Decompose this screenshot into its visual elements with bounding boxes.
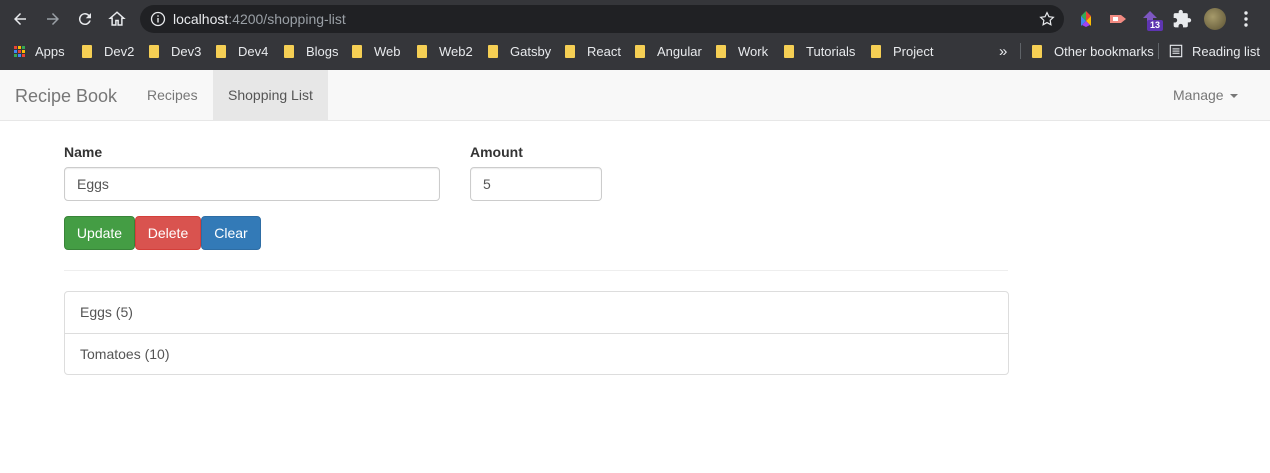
folder-icon (149, 44, 159, 58)
bookmark-label: Apps (35, 43, 65, 59)
home-icon (108, 11, 126, 26)
bookmark-label: Dev4 (238, 43, 269, 59)
apps-grid-icon (14, 45, 25, 57)
bookmark-label: Blogs (306, 43, 339, 59)
info-icon[interactable] (150, 11, 166, 27)
bookmark-label: Work (738, 43, 769, 59)
arrow-right-icon (47, 13, 59, 25)
forward-button[interactable] (41, 7, 65, 31)
folder-icon (352, 44, 362, 58)
reload-button[interactable] (73, 7, 97, 31)
delete-button[interactable]: Delete (135, 216, 201, 250)
bookmark-divider (1158, 43, 1159, 59)
nav-shopping-list[interactable]: Shopping List (213, 70, 328, 121)
name-label: Name (64, 144, 103, 160)
folder-icon (284, 44, 294, 58)
kebab-menu-icon[interactable] (1236, 9, 1256, 29)
bookmark-dev3[interactable]: Dev3 (149, 42, 201, 60)
folder-icon (635, 44, 645, 58)
bookmark-label: Web2 (439, 43, 473, 59)
bookmark-tutorials[interactable]: Tutorials (784, 42, 855, 60)
bookmark-label: Project (893, 43, 934, 59)
manage-label: Manage (1173, 87, 1224, 103)
shopping-list: Eggs (5) Tomatoes (10) (64, 291, 1009, 375)
browser-toolbar: localhost:4200/shopping-list 13 (0, 0, 1270, 38)
home-button[interactable] (105, 7, 129, 31)
manage-dropdown[interactable]: Manage (1158, 70, 1253, 121)
list-item[interactable]: Tomatoes (10) (65, 333, 1008, 374)
bookmark-dev2[interactable]: Dev2 (82, 42, 134, 60)
bookmark-label: Tutorials (806, 43, 856, 59)
bookmark-gatsby[interactable]: Gatsby (488, 42, 551, 60)
url-host: localhost (173, 11, 229, 27)
folder-icon (216, 44, 226, 58)
nav-recipes[interactable]: Recipes (132, 70, 213, 121)
bookmark-label: Gatsby (510, 43, 552, 59)
url-text: localhost:4200/shopping-list (173, 11, 346, 27)
extension-badge: 13 (1147, 20, 1164, 31)
bookmarks-bar: Apps Dev2 Dev3 Dev4 Blogs Web Web2 Gatsb… (0, 38, 1270, 64)
bookmark-work[interactable]: Work (716, 42, 768, 60)
amount-label: Amount (470, 144, 523, 160)
browser-chrome: localhost:4200/shopping-list 13 Apps Dev… (0, 0, 1270, 70)
list-item[interactable]: Eggs (5) (65, 292, 1008, 333)
bookmark-label: Angular (657, 43, 702, 59)
star-icon[interactable] (1038, 10, 1056, 28)
folder-icon (565, 44, 575, 58)
bookmark-label: Dev3 (171, 43, 202, 59)
bookmark-dev4[interactable]: Dev4 (216, 42, 268, 60)
bookmark-apps[interactable]: Apps (14, 42, 65, 60)
bookmark-label: Other bookmarks (1054, 43, 1154, 59)
bookmark-other-bookmarks[interactable]: Other bookmarks (1032, 42, 1154, 60)
reload-icon (78, 13, 91, 26)
reading-list-icon (1169, 44, 1183, 58)
bookmark-project[interactable]: Project (871, 42, 933, 60)
brand-link[interactable]: Recipe Book (15, 86, 117, 106)
update-button[interactable]: Update (64, 216, 135, 250)
clear-button[interactable]: Clear (201, 216, 261, 250)
bookmark-web[interactable]: Web (352, 42, 401, 60)
folder-icon (1032, 44, 1042, 58)
bookmark-angular[interactable]: Angular (635, 42, 702, 60)
bookmark-label: Web (374, 43, 401, 59)
bookmark-web2[interactable]: Web2 (417, 42, 473, 60)
arrow-left-icon (14, 13, 26, 25)
folder-icon (716, 44, 726, 58)
app-navbar: Recipe Book Recipes Shopping List Manage (0, 70, 1270, 121)
profile-avatar[interactable] (1204, 8, 1226, 30)
folder-icon (417, 44, 427, 58)
divider (64, 270, 1008, 271)
caret-down-icon (1229, 94, 1238, 99)
puzzle-extensions-icon[interactable] (1172, 9, 1192, 29)
folder-icon (488, 44, 498, 58)
name-input[interactable] (64, 167, 440, 201)
bookmark-react[interactable]: React (565, 42, 621, 60)
back-button[interactable] (8, 7, 32, 31)
bookmark-label: Dev2 (104, 43, 135, 59)
bookmark-label: React (587, 43, 621, 59)
folder-icon (871, 44, 881, 58)
bookmark-divider (1020, 43, 1021, 59)
color-picker-extension-icon[interactable] (1076, 9, 1096, 29)
bookmarks-overflow-button[interactable]: » (999, 42, 1007, 60)
amount-input[interactable] (470, 167, 602, 201)
address-bar[interactable]: localhost:4200/shopping-list (140, 5, 1064, 33)
reading-list-button[interactable]: Reading list (1169, 42, 1260, 60)
url-path: :4200/shopping-list (228, 11, 346, 27)
reading-list-label: Reading list (1192, 43, 1260, 59)
folder-icon (784, 44, 794, 58)
video-extension-icon[interactable] (1108, 9, 1128, 29)
folder-icon (82, 44, 92, 58)
bookmark-blogs[interactable]: Blogs (284, 42, 339, 60)
